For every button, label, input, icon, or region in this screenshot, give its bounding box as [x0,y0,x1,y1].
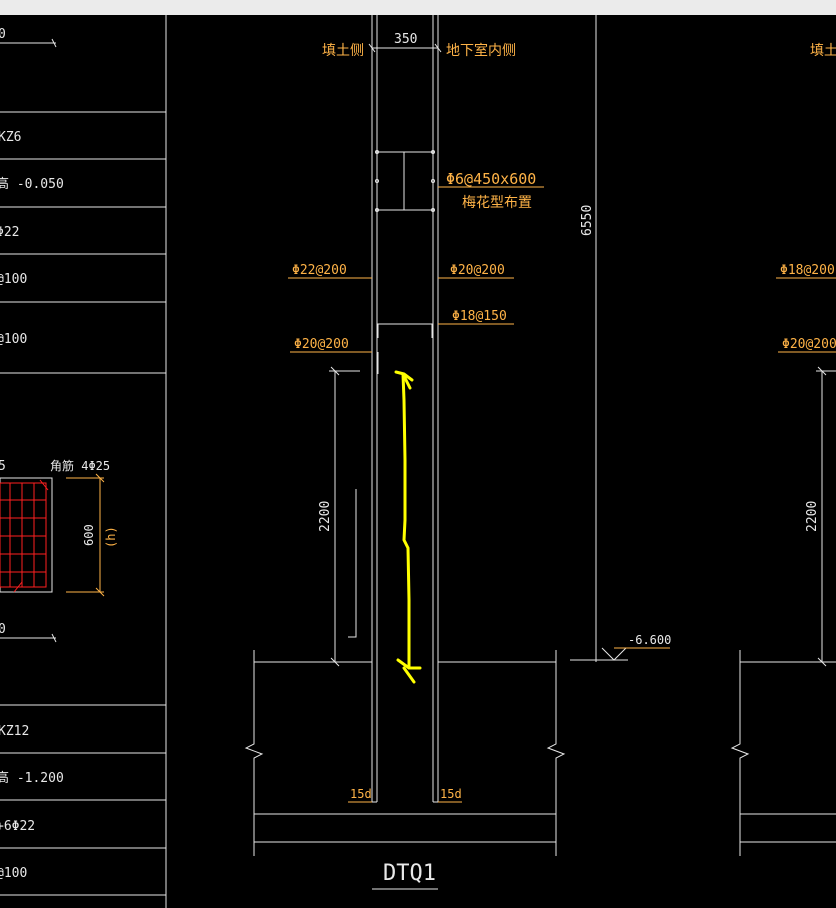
section-dim-h: 600 [82,524,96,546]
right-lap-length-label: 2200 [805,501,820,532]
table-row-text: 高 -0.050 [0,176,64,192]
inner-side-label: 地下室内侧 [446,42,516,59]
right-added-rebar-label: Φ20@200 [782,337,836,352]
column-section: 5 角筋 4Φ25 600 (h) [0,458,118,643]
lap-length-label: 2200 [318,501,333,532]
elevation-label: -6.600 [628,633,671,647]
foundation-left-edge [244,650,264,856]
wall-height-label: 6550 [580,205,595,236]
fill-side-label: 填土侧 [322,43,364,59]
anchor-left-label: 15d [350,787,372,801]
table-row-text: @100 [0,272,27,287]
anchor-right-label: 15d [440,787,462,801]
table-row-text: 0 [0,622,6,637]
outer-vertical-rebar-label: Φ22@200 [292,263,347,278]
foundation-right-edge [546,650,566,856]
detail-title: DTQ1 [383,861,436,886]
right-fill-side-label: 填土侧 [810,43,836,59]
table-row-text: KZ6 [0,130,21,145]
outer-added-rebar-label: Φ20@200 [294,337,349,352]
inner-vertical-rebar-label: Φ20@200 [450,263,505,278]
markup-stroke [401,372,411,670]
corner-rebar-label: 角筋 4Φ25 [50,458,110,473]
table-row-text: Φ22 [0,225,19,240]
table-row-text: 高 -1.200 [0,770,64,786]
table-row-text: KZ12 [0,724,29,739]
drawing-svg: 0 KZ6 高 -0.050 Φ22 @100 @100 0 KZ12 高 -1… [0,15,836,908]
tie-rebar-label: Φ6@450x600 [446,170,536,188]
table-row-text: +6Φ22 [0,819,35,834]
left-schedule-table: 0 KZ6 高 -0.050 Φ22 @100 @100 0 KZ12 高 -1… [0,15,167,908]
wall-thickness-label: 350 [394,32,417,47]
horizontal-rebar-label: Φ18@150 [452,309,507,324]
table-row-text: @100 [0,332,27,347]
wall-detail-right: 填土侧 Φ18@200 Φ20@200 2200 [730,43,836,856]
tie-layout-label: 梅花型布置 [462,195,532,211]
right-vertical-rebar-label: Φ18@200 [780,263,835,278]
wall-detail-dtq1: 350 填土侧 地下室内侧 Φ6@450x600 梅花型布置 Φ22@200 Φ… [244,15,671,890]
table-row-text: @100 [0,866,27,881]
cad-viewport[interactable]: 0 KZ6 高 -0.050 Φ22 @100 @100 0 KZ12 高 -1… [0,0,836,908]
section-stirrup [0,482,47,588]
section-top-label: 5 [0,459,6,474]
table-row-text: 0 [0,27,6,42]
section-outline [0,477,53,593]
section-dim-h-tag: (h) [104,526,118,548]
